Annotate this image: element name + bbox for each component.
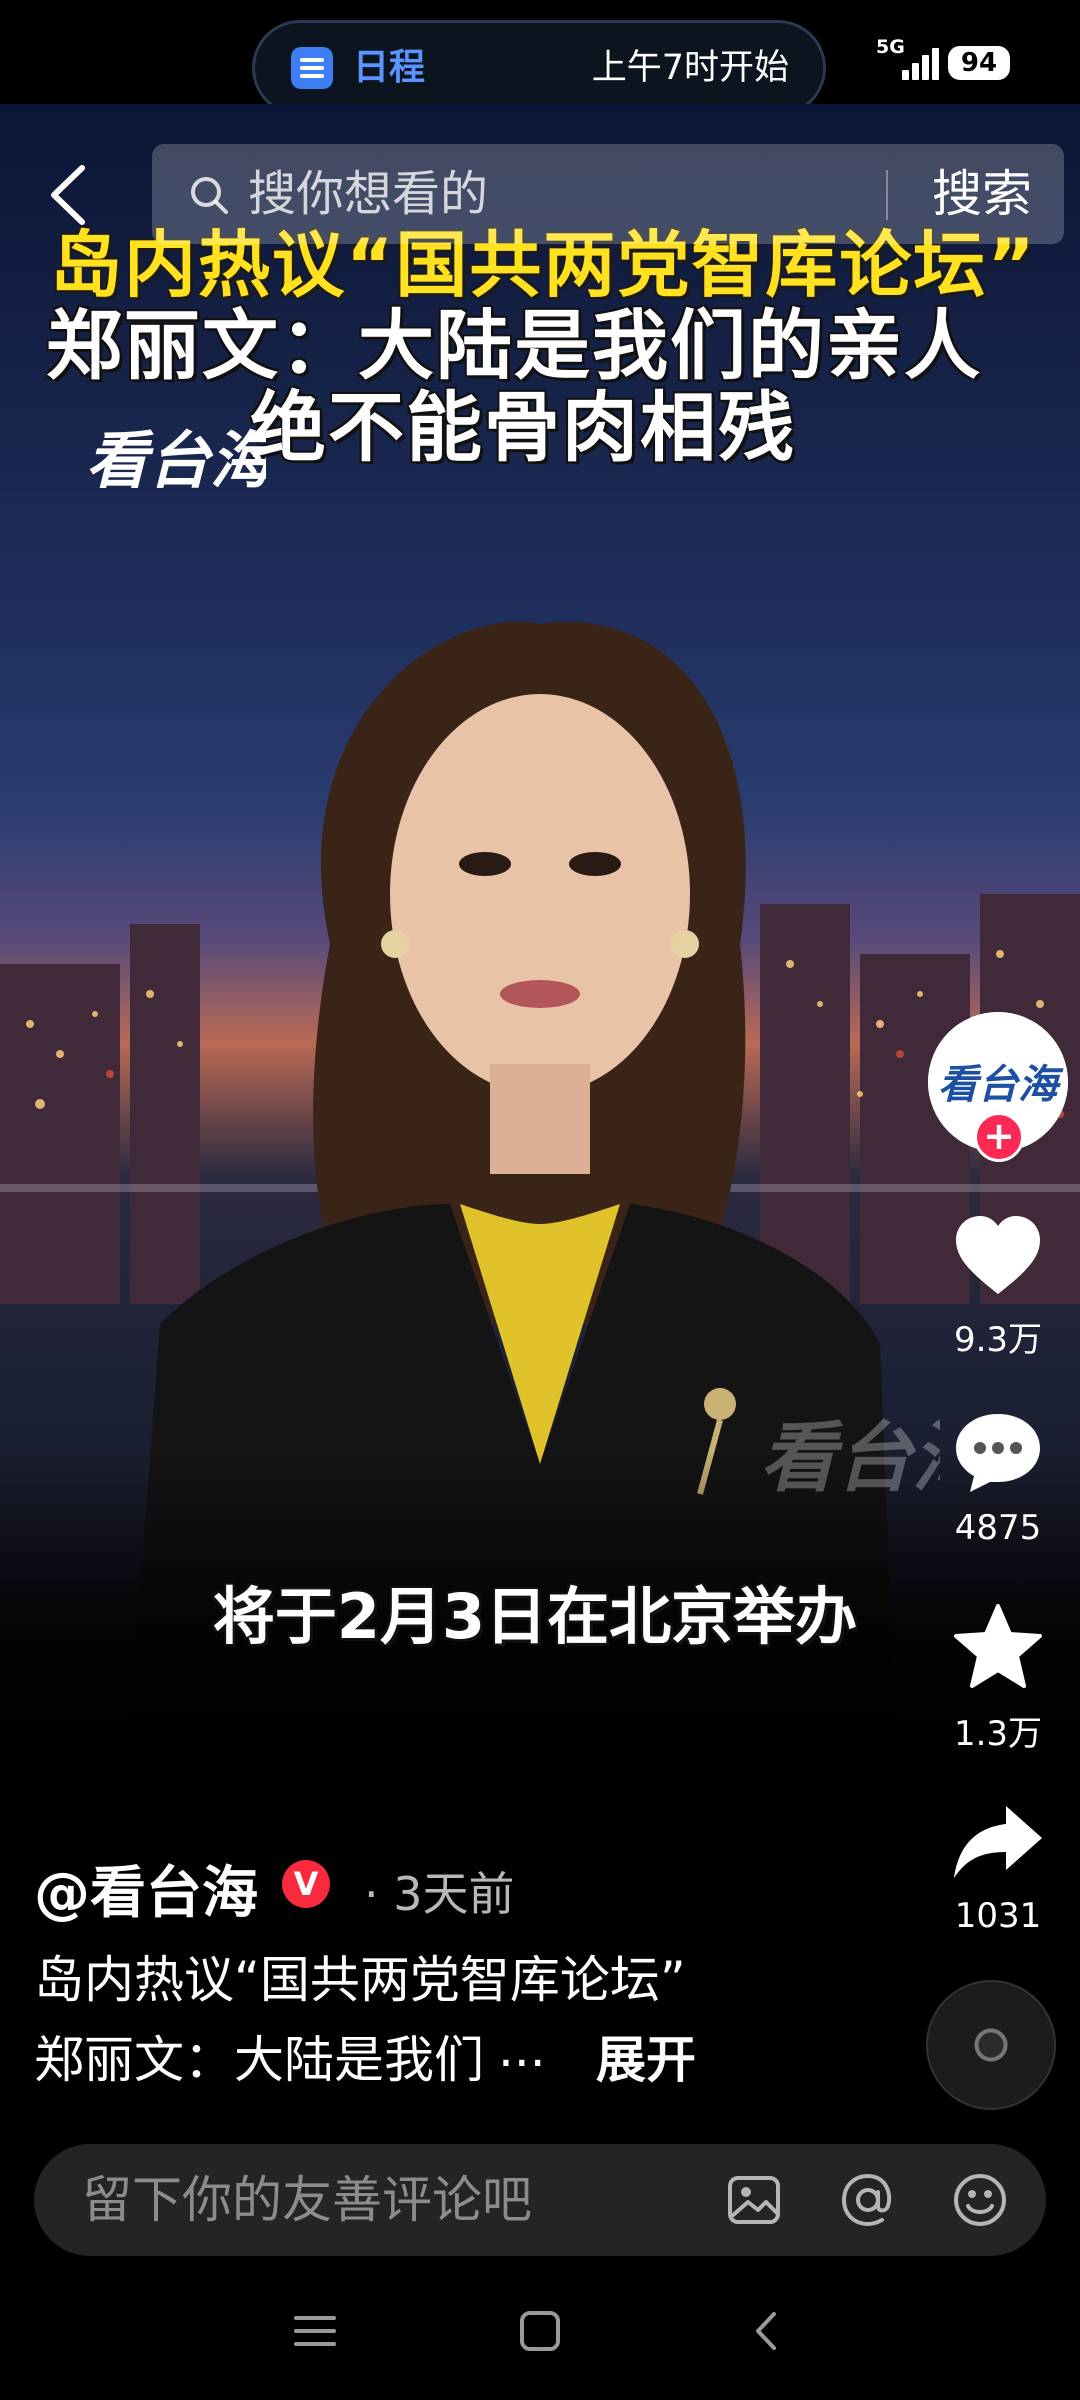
smile-icon[interactable] [950, 2170, 1010, 2230]
favorite-count: 1.3万 [953, 1714, 1043, 1754]
square-home-icon[interactable] [515, 2306, 565, 2356]
schedule-time: 上午7时开始 [591, 48, 789, 88]
status-bar: 日程 上午7时开始 5G 94 [0, 0, 1080, 116]
comment-input[interactable]: 留下你的友善评论吧 [82, 2170, 532, 2230]
share-count: 1031 [954, 1896, 1042, 1936]
kantaihai-watermark-logo-faded: 看台海 [760, 1413, 940, 1502]
verified-badge-icon: V [282, 1860, 330, 1908]
comment-bar[interactable]: 留下你的友善评论吧 [34, 2144, 1046, 2256]
author-name[interactable]: @看台海 [34, 1848, 258, 1929]
image-icon[interactable] [724, 2170, 784, 2230]
search-icon [191, 177, 228, 214]
caption-ellipsis: ... [498, 2020, 546, 2078]
caption-line1: 岛内热议“国共两党智库论坛” [34, 1951, 686, 2009]
like-count: 9.3万 [953, 1320, 1043, 1360]
video-player[interactable]: 岛内热议“国共两党智库论坛” 郑丽文：大陆是我们的亲人 绝不能骨肉相残 看台海 … [0, 104, 1080, 1780]
back-icon[interactable] [40, 160, 100, 230]
share-arrow-icon[interactable] [950, 1794, 1046, 1890]
svg-text:看台海: 看台海 [938, 1061, 1064, 1108]
comment-bubble-icon[interactable] [950, 1404, 1046, 1500]
calendar-list-icon [291, 47, 333, 89]
follow-button[interactable]: + [974, 1112, 1024, 1162]
app-screen: 日程 上午7时开始 5G 94 岛内热议“国共两党智库论坛” 郑丽文：大陆是我们… [0, 0, 1080, 2400]
heart-icon[interactable] [950, 1208, 1046, 1304]
post-time: · 3天前 [364, 1867, 515, 1921]
search-input[interactable]: 搜你想看的 [248, 164, 488, 224]
video-subtitle: 将于2月3日在北京举办 [212, 1580, 858, 1653]
video-headline-line3: 绝不能骨肉相残 [250, 383, 796, 472]
action-rail: 看台海 + 9.3万 4875 1.3万 1031 [920, 0, 1080, 2400]
menu-icon[interactable] [290, 2306, 340, 2356]
network-type: 5G [876, 36, 905, 58]
expand-caption-button[interactable]: 展开 [596, 2020, 696, 2092]
music-disc-icon[interactable] [926, 1980, 1056, 2110]
system-nav-bar [0, 2262, 1080, 2400]
svg-text:看台海: 看台海 [86, 424, 266, 497]
svg-text:看台海: 看台海 [760, 1413, 940, 1502]
back-icon[interactable] [742, 2306, 792, 2356]
kantaihai-watermark-logo: 看台海 [86, 424, 266, 497]
at-icon[interactable] [838, 2170, 898, 2230]
schedule-pill[interactable]: 日程 上午7时开始 [252, 20, 826, 116]
search-divider [886, 170, 888, 220]
comment-count: 4875 [954, 1508, 1042, 1548]
caption-line2: 郑丽文：大陆是我们 [34, 2031, 484, 2089]
schedule-label: 日程 [353, 47, 426, 88]
star-icon[interactable] [950, 1600, 1046, 1696]
